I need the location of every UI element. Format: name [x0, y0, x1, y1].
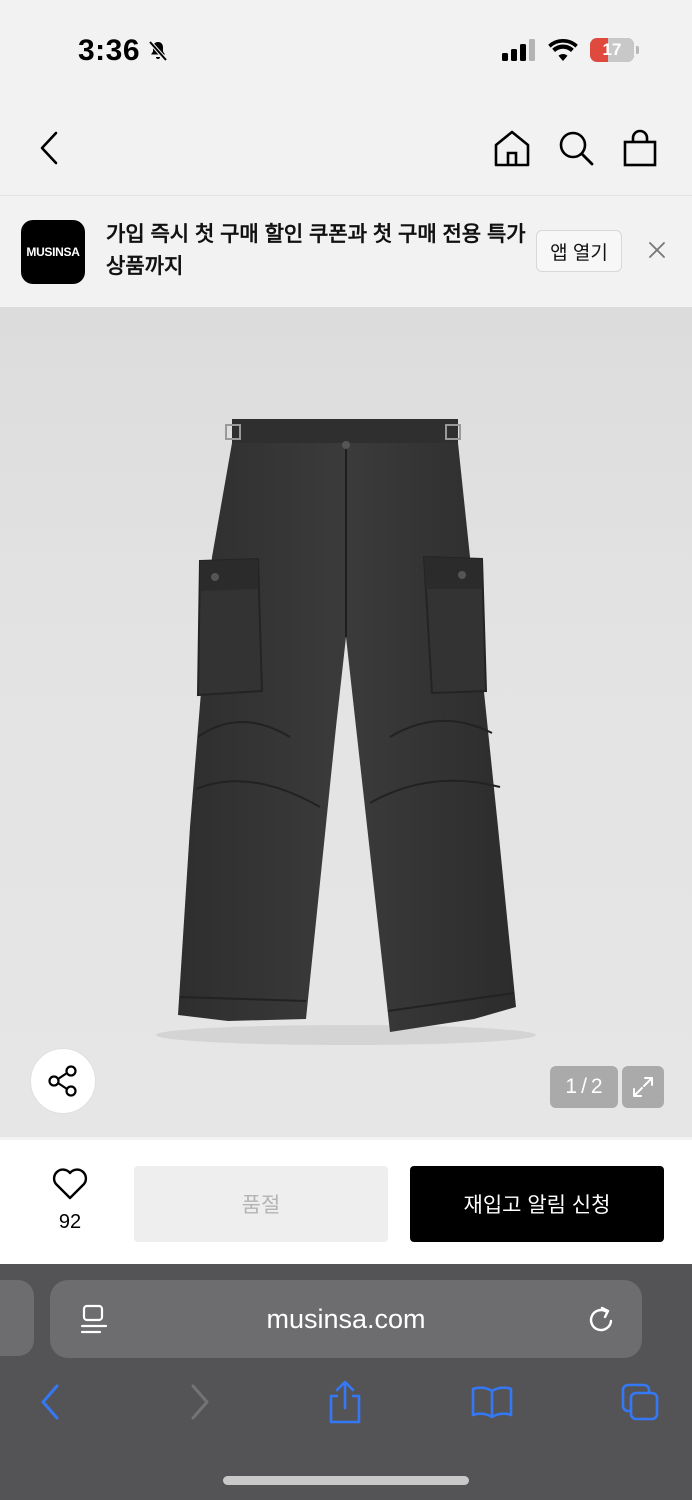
reload-icon[interactable] — [586, 1304, 616, 1336]
soldout-button: 품절 — [134, 1166, 388, 1242]
musinsa-logo: MUSINSA — [21, 220, 85, 284]
bag-icon — [623, 129, 657, 167]
like-button[interactable]: 92 — [40, 1168, 100, 1234]
time-text: 3:36 — [78, 34, 141, 67]
expand-icon — [633, 1077, 653, 1097]
back-icon — [40, 131, 58, 165]
browser-chrome: musinsa.com — [0, 1264, 692, 1500]
cart-button[interactable] — [618, 126, 662, 170]
wifi-icon — [548, 39, 578, 61]
share-icon — [329, 1380, 361, 1424]
image-counter-separator: / — [581, 1075, 587, 1098]
browser-toolbar — [0, 1374, 692, 1434]
image-counter-total: 2 — [590, 1075, 603, 1098]
search-icon — [559, 131, 594, 166]
image-counter: 1 / 2 — [550, 1066, 618, 1108]
browser-share-button[interactable] — [317, 1374, 373, 1430]
silent-bell-icon — [148, 40, 168, 62]
browser-forward-button[interactable] — [172, 1374, 228, 1430]
status-icons: 17 — [502, 38, 639, 62]
tabs-button[interactable] — [612, 1374, 668, 1430]
search-button[interactable] — [554, 126, 598, 170]
purchase-bar: 92 품절 재입고 알림 신청 — [0, 1140, 692, 1264]
status-bar: 3:36 17 — [0, 0, 692, 100]
back-button[interactable] — [28, 126, 72, 170]
product-image-gallery[interactable]: 1 / 2 — [0, 307, 692, 1137]
expand-image-button[interactable] — [622, 1066, 664, 1108]
image-counter-current: 1 — [565, 1075, 578, 1098]
app-install-banner: MUSINSA 가입 즉시 첫 구매 할인 쿠폰과 첫 구매 전용 특가 상품까… — [0, 197, 692, 307]
banner-close-button[interactable] — [642, 235, 672, 265]
address-bar[interactable]: musinsa.com — [50, 1280, 642, 1358]
product-photo-cargo-pants — [156, 419, 536, 1045]
restock-alert-button[interactable]: 재입고 알림 신청 — [410, 1166, 664, 1242]
share-button[interactable] — [30, 1048, 96, 1114]
previous-tab-preview[interactable] — [0, 1280, 34, 1356]
share-nodes-icon — [48, 1065, 77, 1097]
banner-message: 가입 즉시 첫 구매 할인 쿠폰과 첫 구매 전용 특가 상품까지 — [106, 223, 526, 278]
forward-arrow-icon — [191, 1384, 209, 1420]
home-indicator — [223, 1476, 469, 1485]
url-text: musinsa.com — [266, 1304, 426, 1334]
bookmarks-button[interactable] — [464, 1374, 520, 1430]
close-icon — [649, 242, 665, 258]
home-icon — [494, 130, 530, 167]
bookmarks-icon — [471, 1386, 513, 1419]
status-time: 3:36 — [78, 34, 170, 68]
back-arrow-icon — [41, 1384, 59, 1420]
open-app-button[interactable]: 앱 열기 — [536, 230, 622, 272]
tabs-icon — [621, 1383, 659, 1421]
battery-level: 17 — [602, 40, 622, 59]
top-navigation — [0, 100, 692, 196]
cellular-signal-icon — [502, 39, 535, 61]
browser-back-button[interactable] — [22, 1374, 78, 1430]
home-button[interactable] — [490, 126, 534, 170]
heart-icon — [52, 1168, 88, 1200]
like-count: 92 — [58, 1211, 82, 1233]
battery-indicator: 17 — [590, 38, 639, 62]
